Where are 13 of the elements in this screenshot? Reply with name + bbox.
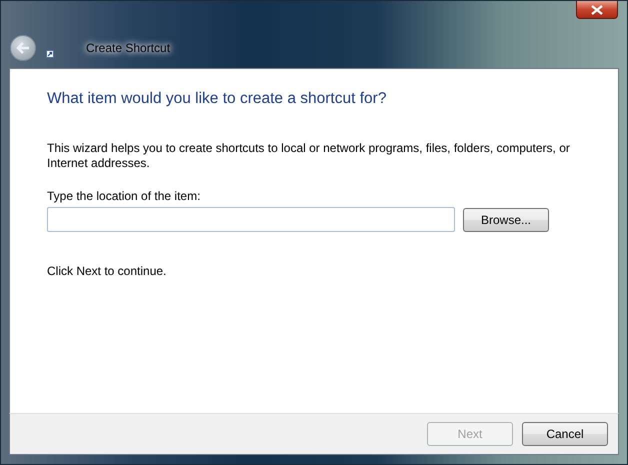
wizard-heading: What item would you like to create a shortcut for? (47, 90, 388, 108)
shortcut-icon (46, 50, 54, 58)
cancel-button[interactable]: Cancel (522, 422, 608, 446)
close-icon (591, 4, 603, 14)
close-button[interactable] (576, 1, 618, 19)
location-field[interactable] (47, 207, 455, 232)
field-label: Type the location of the item: (47, 189, 202, 203)
browse-button[interactable]: Browse... (463, 208, 549, 232)
hint-text: Click Next to continue. (47, 264, 168, 278)
description-text: This wizard helps you to create shortcuts to local or network programs, files, folders, computers, or Internet addresses. (47, 141, 571, 171)
back-arrow-icon (16, 42, 30, 54)
back-button[interactable] (10, 35, 36, 61)
window-title: Create Shortcut (86, 41, 170, 55)
